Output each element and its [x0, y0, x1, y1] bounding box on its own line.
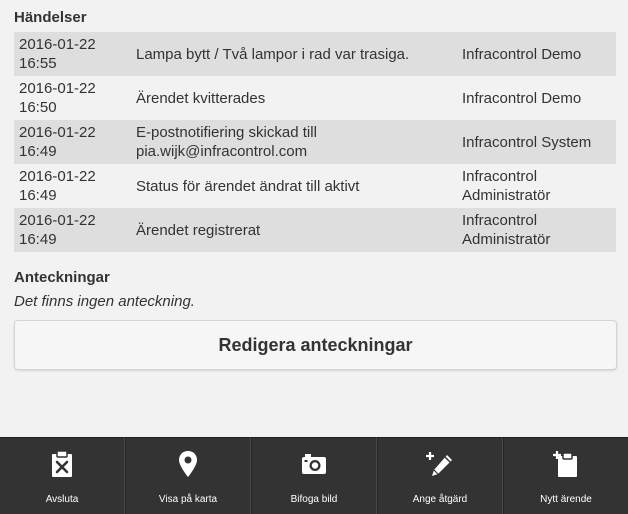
event-date: 2016-01-22	[19, 124, 96, 141]
event-datetime: 2016-01-22 16:49	[14, 208, 136, 252]
show-on-map-button[interactable]: Visa på karta	[125, 438, 251, 514]
event-datetime: 2016-01-22 16:49	[14, 164, 136, 208]
event-user: Infracontrol Administratör	[462, 212, 551, 248]
toolbar-label: Nytt ärende	[540, 494, 592, 505]
map-pin-icon	[173, 449, 203, 479]
clipboard-x-icon	[47, 449, 77, 479]
events-title: Händelser	[14, 9, 87, 26]
event-user: Infracontrol System	[462, 133, 592, 151]
event-datetime: 2016-01-22 16:49	[14, 120, 136, 164]
camera-icon	[299, 449, 329, 479]
pencil-plus-icon	[425, 449, 455, 479]
event-date: 2016-01-22	[19, 36, 96, 53]
event-datetime: 2016-01-22 16:50	[14, 76, 136, 120]
edit-notes-button[interactable]: Redigera anteckningar	[14, 320, 617, 370]
event-message: Lampa bytt / Två lampor i rad var trasig…	[136, 45, 410, 63]
notes-title: Anteckningar	[14, 269, 110, 286]
new-case-button[interactable]: Nytt ärende	[503, 438, 628, 514]
event-time: 16:49	[19, 187, 57, 204]
event-message: Ärendet kvitterades	[136, 89, 266, 107]
event-date: 2016-01-22	[19, 80, 96, 97]
event-row: 2016-01-22 16:49 Ärendet registrerat Infr…	[14, 208, 616, 252]
attach-image-button[interactable]: Bifoga bild	[251, 438, 377, 514]
close-case-button[interactable]: Avsluta	[0, 438, 125, 514]
event-row: 2016-01-22 16:49 Status för ärendet ändra…	[14, 164, 616, 208]
event-datetime: 2016-01-22 16:55	[14, 32, 136, 76]
events-table: 2016-01-22 16:55 Lampa bytt / Två lampor …	[14, 32, 616, 252]
clipboard-plus-icon	[551, 449, 581, 479]
event-time: 16:55	[19, 55, 57, 72]
toolbar-label: Ange åtgärd	[412, 494, 468, 505]
toolbar-label: Bifoga bild	[290, 494, 338, 505]
notes-empty-text: Det finns ingen anteckning.	[14, 293, 195, 310]
event-time: 16:49	[19, 231, 57, 248]
event-date: 2016-01-22	[19, 168, 96, 185]
event-date: 2016-01-22	[19, 212, 96, 229]
toolbar-label: Visa på karta	[158, 494, 218, 505]
event-row: 2016-01-22 16:55 Lampa bytt / Två lampor …	[14, 32, 616, 76]
content-area: Händelser 2016-01-22 16:55 Lampa bytt / T…	[0, 0, 628, 437]
event-message: E-postnotifiering skickad till pia.wijk@…	[136, 124, 317, 160]
event-time: 16:49	[19, 143, 57, 160]
event-message: Ärendet registrerat	[136, 221, 261, 239]
bottom-toolbar: Avsluta Visa på karta Bifoga bild Ange å…	[0, 437, 628, 514]
event-user: Infracontrol Demo	[462, 89, 582, 107]
event-user: Infracontrol Administratör	[462, 168, 551, 204]
event-row: 2016-01-22 16:50 Ärendet kvitterades Infr…	[14, 76, 616, 120]
event-message: Status för ärendet ändrat till aktivt	[136, 177, 360, 195]
event-user: Infracontrol Demo	[462, 45, 582, 63]
event-time: 16:50	[19, 99, 57, 116]
toolbar-label: Avsluta	[45, 494, 79, 505]
set-action-button[interactable]: Ange åtgärd	[377, 438, 503, 514]
event-row: 2016-01-22 16:49 E-postnotifiering skicka…	[14, 120, 616, 164]
